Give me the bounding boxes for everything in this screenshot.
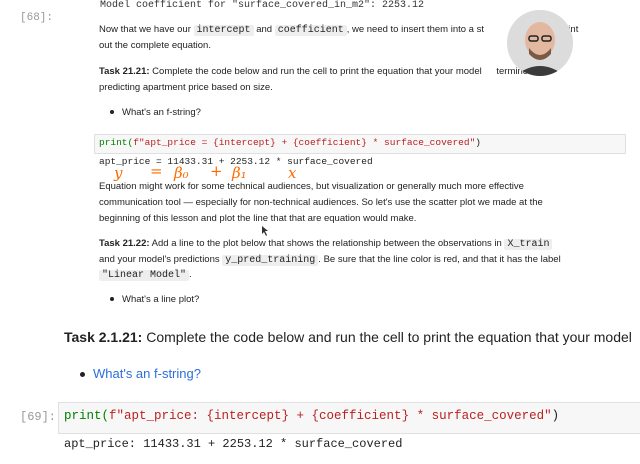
task-21-22-text-b: and your model's predictions <box>99 254 220 265</box>
intro-and: and <box>256 24 273 35</box>
fstring-link-small[interactable]: What's an f-string? <box>122 107 201 118</box>
presenter-avatar-icon <box>507 10 573 76</box>
code-line-large: print(f"apt_price: {intercept} + {coeffi… <box>64 409 559 423</box>
task-21-22-label: Task 21.22: <box>99 238 150 249</box>
close-paren: ) <box>475 137 481 148</box>
coefficient-output: Model coefficient for "surface_covered_i… <box>100 0 425 11</box>
cell-prompt-68: [68]: <box>20 12 54 24</box>
presenter-webcam <box>507 10 573 76</box>
bullet-icon <box>80 372 85 378</box>
lineplot-link[interactable]: What's a line plot? <box>122 294 199 305</box>
cell-prompt-69: [69]: <box>20 410 57 424</box>
bullet-icon <box>110 110 114 115</box>
task-21-22: Task 21.22: Add a line to the plot below… <box>99 236 629 252</box>
print-keyword: print( <box>99 137 134 148</box>
task-21-21-label: Task 21.21: <box>99 66 150 77</box>
code-x-train: X_train <box>504 239 553 250</box>
task-21-22-line3: "Linear Model". <box>99 267 192 283</box>
fstring-literal: f"apt_price = {intercept} + {coefficient… <box>133 137 476 148</box>
handwritten-equals: = <box>150 162 163 180</box>
task-2-1-21-label: Task 2.1.21: <box>64 329 143 345</box>
para2-line3: beginning of this lesson and plot the li… <box>99 213 417 224</box>
intro-text-a: Now that we have our <box>99 24 191 35</box>
fstring-link-large[interactable]: What's an f-string? <box>93 366 201 381</box>
task-21-21-text: Complete the code below and run the cell… <box>152 66 482 77</box>
bullet-icon <box>110 297 114 302</box>
print-keyword: print( <box>64 409 110 423</box>
code-intercept: intercept <box>193 25 254 36</box>
task-21-22-text-c: . Be sure that the line color is red, an… <box>318 254 561 265</box>
para2-line2: communication tool — especially for non-… <box>99 197 543 208</box>
handwritten-plus: + <box>210 162 223 180</box>
task-21-22-text: Add a line to the plot below that shows … <box>151 238 502 249</box>
close-paren: ) <box>551 409 560 423</box>
task-21-22-dot: . <box>189 269 192 280</box>
mouse-cursor-icon <box>262 226 268 236</box>
lineplot-bullet[interactable]: What's a line plot? <box>110 292 199 307</box>
fstring-bullet-small[interactable]: What's an f-string? <box>110 105 201 120</box>
fstring-bullet-large[interactable]: What's an f-string? <box>80 366 201 381</box>
code-linear-model: "Linear Model" <box>99 270 190 281</box>
task-2-1-21: Task 2.1.21: Complete the code below and… <box>64 329 632 345</box>
code-coefficient: coefficient <box>274 25 347 36</box>
task-21-21-line2: predicting apartment price based on size… <box>99 82 273 93</box>
para2-line1: Equation might work for some technical a… <box>99 181 524 192</box>
intro-text-b: , we need to insert them into a st <box>346 24 484 35</box>
task-21-22-line2: and your model's predictions y_pred_trai… <box>99 252 639 268</box>
fstring-literal: f"apt_price: {intercept} + {coefficient}… <box>109 409 552 423</box>
intro-line2: out the complete equation. <box>99 40 211 51</box>
code-y-pred: y_pred_training <box>222 255 319 266</box>
code-line-small: print(f"apt_price = {intercept} + {coeff… <box>99 137 481 148</box>
output-large: apt_price: 11433.31 + 2253.12 * surface_… <box>64 437 403 451</box>
task-2-1-21-text: Complete the code below and run the cell… <box>146 329 632 345</box>
